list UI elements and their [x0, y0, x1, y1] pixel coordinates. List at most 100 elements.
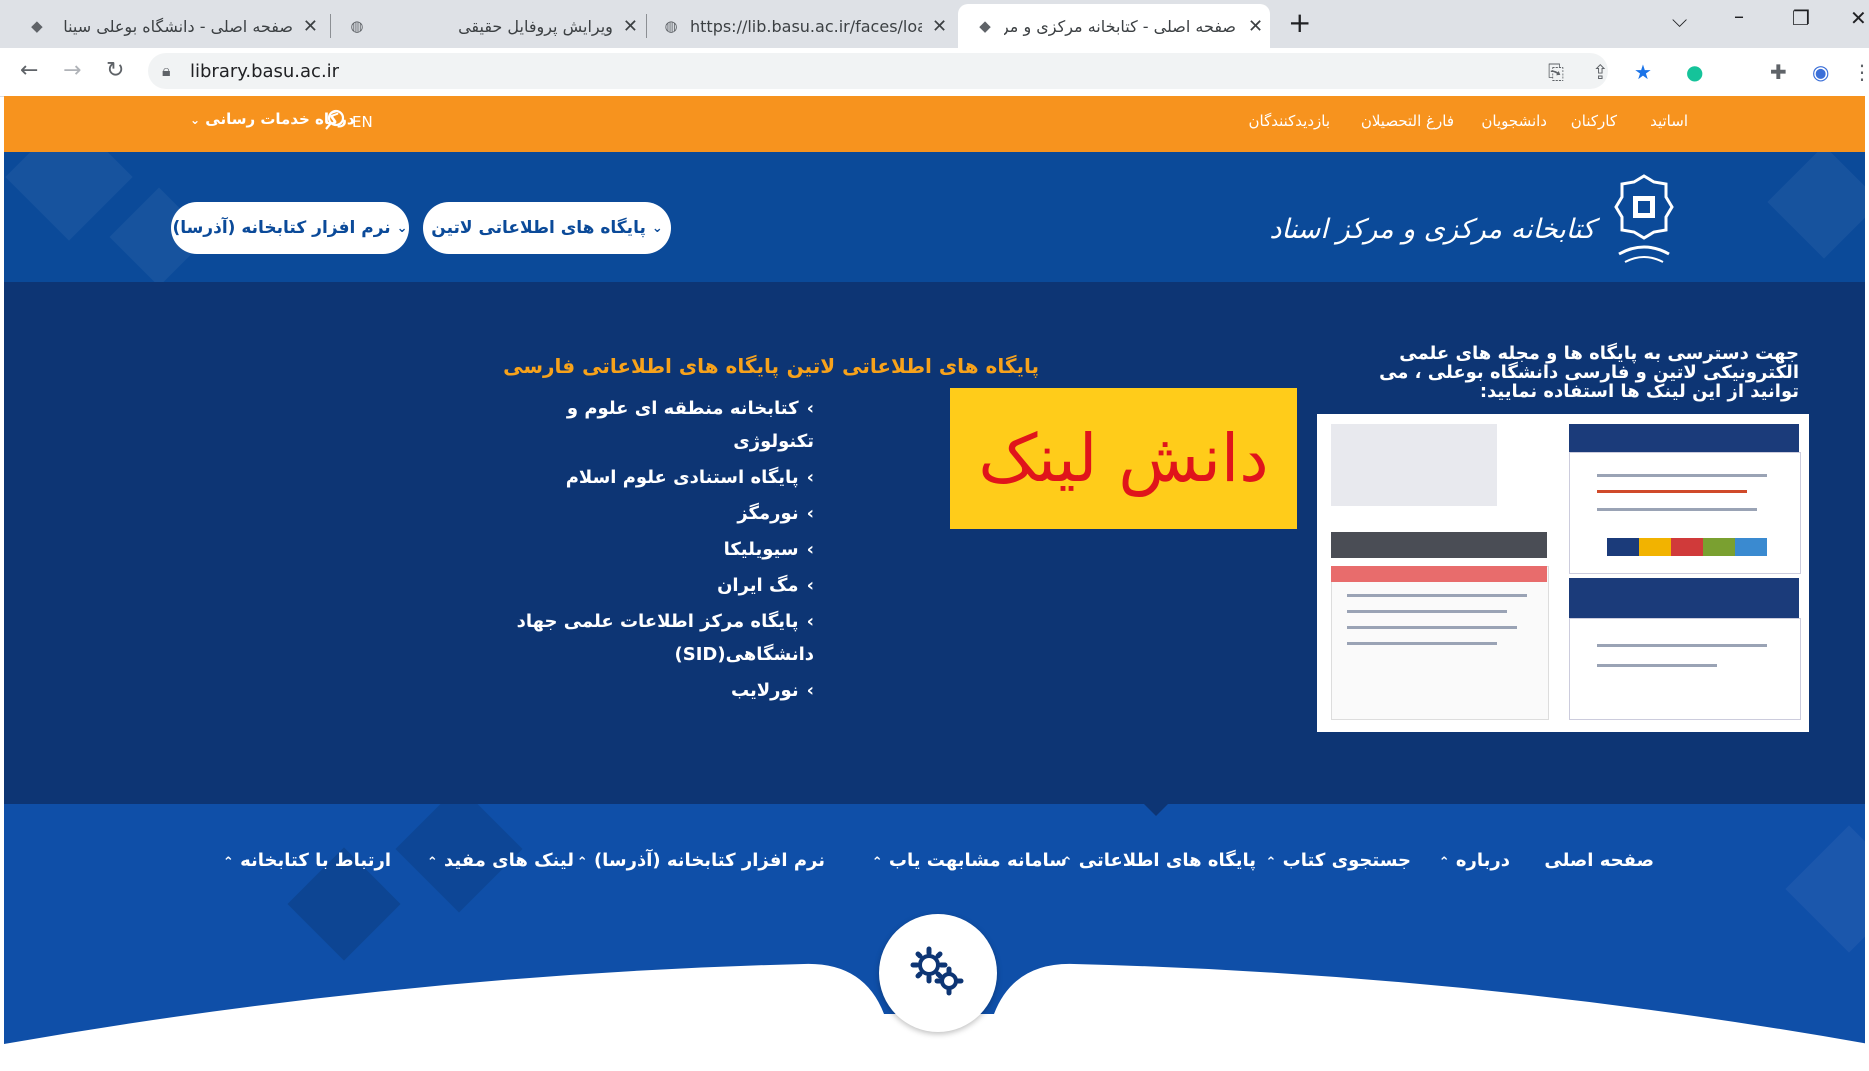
preview-bar	[1569, 424, 1799, 452]
footer-nav-label: پایگاه های اطلاعاتی	[1078, 850, 1256, 871]
footer-nav-library-software[interactable]: نرم افزار کتابخانه (آذرسا) ⌃	[577, 850, 825, 871]
topbar-link-alumni[interactable]: فارغ التحصیلان	[1361, 112, 1454, 130]
preview-line	[1597, 490, 1747, 493]
danesh-link-banner[interactable]: دانش لینک	[950, 388, 1297, 529]
chevron-down-icon: ⌄	[396, 220, 408, 236]
chevron-right-icon: ›	[806, 398, 814, 419]
extensions-puzzle-icon[interactable]: ✚	[1770, 60, 1787, 84]
databases-intro-text: جهت دسترسی به پایگاه ها و مجله های علمی …	[1379, 343, 1799, 402]
footer-nav-label: نرم افزار کتابخانه (آذرسا)	[593, 850, 825, 871]
globe-icon: ◍	[350, 17, 364, 35]
tab-library-home[interactable]: ◆ صفحه اصلی - کتابخانه مرکزی و مرکز ✕	[958, 4, 1270, 48]
farsi-databases-list: ›کتابخانه منطقه ای علوم و تکنولوژی ›پایگ…	[484, 392, 814, 710]
reload-icon[interactable]: ↻	[106, 58, 124, 83]
footer-nav-similarity-finder[interactable]: سامانه مشابهت یاب ⌃	[872, 850, 1067, 871]
list-item[interactable]: › نورمگز	[484, 497, 814, 530]
menu-kebab-icon[interactable]: ⋮	[1852, 60, 1869, 84]
minimize-icon[interactable]: –	[1734, 4, 1744, 28]
tab-search-chevron-icon[interactable]: ⌵	[1672, 8, 1687, 32]
list-item[interactable]: › مگ ایران	[484, 569, 814, 602]
chevron-right-icon: ›	[806, 539, 814, 560]
preview-line	[1597, 644, 1767, 647]
topbar-link-students[interactable]: دانشجویان	[1481, 112, 1547, 130]
background-pattern	[5, 152, 133, 241]
back-arrow-icon[interactable]: ←	[20, 58, 38, 83]
bottom-navigation: صفحه اصلی درباره ⌃ جستجوی کتاب ⌃ پایگاه …	[4, 804, 1869, 1071]
databases-preview-image[interactable]	[1317, 414, 1809, 732]
close-tab-icon[interactable]: ✕	[303, 16, 318, 37]
footer-nav-label: سامانه مشابهت یاب	[888, 850, 1067, 871]
address-bar[interactable]: 🔒︎ library.basu.ac.ir	[148, 53, 1608, 89]
farsi-database-link[interactable]: پایگاه مرکز اطلاعات علمی جهاد دانشگاهی(S…	[517, 611, 814, 665]
library-software-dropdown-button[interactable]: ⌄ نرم افزار کتابخانه (آذرسا)	[171, 202, 409, 254]
language-en-link[interactable]: EN	[352, 113, 373, 131]
chevron-up-icon: ⌃	[871, 855, 883, 870]
list-item[interactable]: ›کتابخانه منطقه ای علوم و تکنولوژی	[484, 392, 814, 458]
tab-university-home[interactable]: ◆ صفحه اصلی - دانشگاه بوعلی سینا ✕	[18, 4, 318, 48]
preview-logos-strip	[1607, 538, 1767, 556]
preview-panel	[1569, 618, 1801, 720]
url-text: library.basu.ac.ir	[190, 61, 340, 82]
footer-nav-databases[interactable]: پایگاه های اطلاعاتی ⌃	[1062, 850, 1256, 871]
chevron-up-icon: ⌃	[222, 855, 234, 870]
browser-toolbar: ← → ↻ 🔒︎ library.basu.ac.ir ⎘ ⇪ ★ ● ✚ ◉ …	[0, 48, 1869, 97]
footer-nav-label: جستجوی کتاب	[1282, 850, 1411, 871]
forward-arrow-icon[interactable]: →	[63, 58, 81, 83]
latin-databases-label: پایگاه های اطلاعاتی لاتین	[431, 218, 646, 238]
farsi-database-link[interactable]: کتابخانه منطقه ای علوم و تکنولوژی	[567, 398, 814, 452]
service-portal-dropdown[interactable]: درگاه خدمات رسانی ⌄	[190, 110, 355, 128]
gears-icon	[909, 945, 967, 1001]
topbar-link-faculty[interactable]: اساتید	[1650, 112, 1688, 130]
list-item[interactable]: › نورلایب	[484, 674, 814, 707]
farsi-database-link[interactable]: نورمگز	[737, 503, 798, 524]
library-website: اساتید کارکنان دانشجویان فارغ التحصیلان …	[4, 96, 1869, 1071]
chevron-right-icon: ›	[806, 467, 814, 488]
list-item[interactable]: › سیویلیکا	[484, 533, 814, 566]
chevron-right-icon: ›	[806, 611, 814, 632]
preview-line	[1347, 610, 1507, 613]
chevron-up-icon: ⌃	[576, 855, 588, 870]
chevron-up-icon: ⌃	[1438, 855, 1450, 870]
latin-databases-dropdown-button[interactable]: ⌄ پایگاه های اطلاعاتی لاتین	[423, 202, 671, 254]
list-item[interactable]: ›پایگاه مرکز اطلاعات علمی جهاد دانشگاهی(…	[484, 605, 814, 671]
farsi-database-link[interactable]: پایگاه استنادی علوم اسلام	[566, 467, 799, 488]
close-window-icon[interactable]: ✕	[1850, 6, 1867, 30]
grammarly-extension-icon[interactable]: ●	[1686, 60, 1703, 84]
latin-databases-title: پایگاه های اطلاعاتی لاتین	[786, 354, 1039, 378]
library-logo-text[interactable]: کتابخانه مرکزی و مرکز اسناد	[1269, 214, 1595, 245]
share-icon[interactable]: ⇪	[1592, 60, 1609, 84]
university-emblem-logo[interactable]	[1609, 172, 1679, 267]
tab-title: صفحه اصلی - دانشگاه بوعلی سینا	[63, 16, 293, 36]
preview-line	[1347, 594, 1527, 597]
farsi-database-link[interactable]: نورلایب	[731, 680, 799, 701]
close-tab-icon[interactable]: ✕	[623, 16, 638, 37]
profile-avatar-icon[interactable]: ◉	[1812, 60, 1829, 84]
tab-loan-page[interactable]: ◍ https://lib.basu.ac.ir/faces/loan/lo ✕	[652, 4, 952, 48]
farsi-database-link[interactable]: مگ ایران	[717, 575, 799, 596]
list-item[interactable]: › پایگاه استنادی علوم اسلام	[484, 461, 814, 494]
topbar-link-visitors[interactable]: بازدیدکنندگان	[1248, 112, 1330, 130]
tab-edit-profile[interactable]: ◍ ویرایش پروفایل حقیقی ✕	[338, 4, 638, 48]
footer-nav-about[interactable]: درباره ⌃	[1439, 850, 1510, 871]
new-tab-button[interactable]: +	[1288, 6, 1311, 39]
footer-nav-home[interactable]: صفحه اصلی	[1544, 850, 1654, 871]
footer-nav-contact[interactable]: ارتباط با کتابخانه ⌃	[223, 850, 391, 871]
university-favicon-icon: ◆	[979, 17, 991, 35]
footer-nav-useful-links[interactable]: لینک های مفید ⌃	[427, 850, 574, 871]
restore-icon[interactable]: ❐	[1792, 6, 1810, 30]
footer-nav-book-search[interactable]: جستجوی کتاب ⌃	[1265, 850, 1411, 871]
bookmark-star-icon[interactable]: ★	[1634, 60, 1652, 84]
topbar-link-staff[interactable]: کارکنان	[1571, 112, 1617, 130]
translate-icon[interactable]: ⎘	[1548, 60, 1564, 84]
close-tab-icon[interactable]: ✕	[932, 16, 947, 37]
farsi-database-link[interactable]: سیویلیکا	[724, 539, 799, 560]
close-tab-icon[interactable]: ✕	[1248, 16, 1263, 37]
background-pattern	[1785, 825, 1869, 953]
footer-nav-label: ارتباط با کتابخانه	[240, 850, 391, 871]
chevron-down-icon: ⌄	[190, 113, 201, 127]
settings-gear-button[interactable]	[879, 914, 997, 1032]
preview-line	[1347, 626, 1517, 629]
farsi-databases-title: پایگاه های اطلاعاتی فارسی	[503, 354, 779, 378]
service-portal-label: درگاه خدمات رسانی	[205, 110, 355, 128]
footer-nav-label: لینک های مفید	[444, 850, 574, 871]
